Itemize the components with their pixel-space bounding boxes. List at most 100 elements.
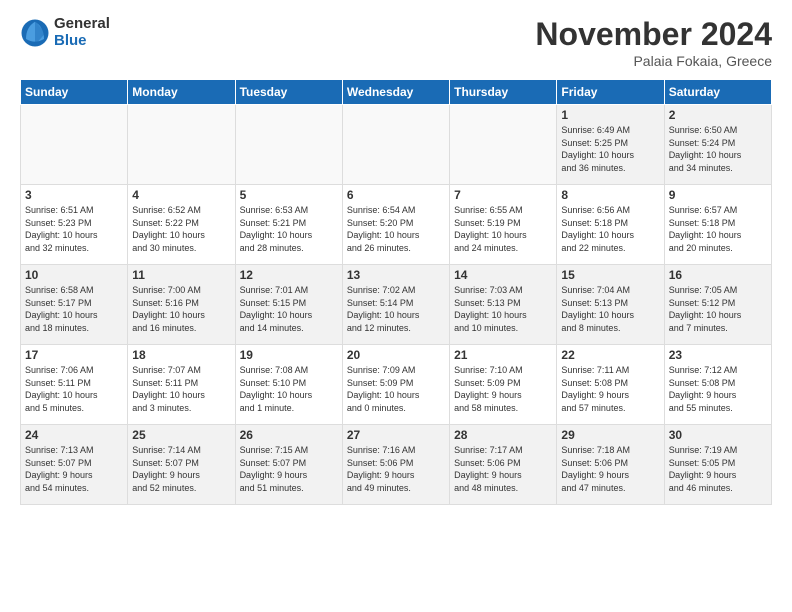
calendar-cell: 3 Sunrise: 6:51 AM Sunset: 5:23 PM Daylig… bbox=[21, 185, 128, 265]
day-number: 12 bbox=[240, 268, 338, 282]
page: General Blue November 2024 Palaia Fokaia… bbox=[0, 0, 792, 515]
day-number: 14 bbox=[454, 268, 552, 282]
day-info: Sunrise: 6:51 AM Sunset: 5:23 PM Dayligh… bbox=[25, 204, 123, 254]
calendar-cell bbox=[450, 105, 557, 185]
header-day-monday: Monday bbox=[128, 80, 235, 105]
calendar-cell: 27 Sunrise: 7:16 AM Sunset: 5:06 PM Dayli… bbox=[342, 425, 449, 505]
calendar-cell: 21 Sunrise: 7:10 AM Sunset: 5:09 PM Dayli… bbox=[450, 345, 557, 425]
calendar-row: 3 Sunrise: 6:51 AM Sunset: 5:23 PM Daylig… bbox=[21, 185, 772, 265]
calendar-cell: 11 Sunrise: 7:00 AM Sunset: 5:16 PM Dayli… bbox=[128, 265, 235, 345]
calendar-row: 17 Sunrise: 7:06 AM Sunset: 5:11 PM Dayli… bbox=[21, 345, 772, 425]
day-info: Sunrise: 6:54 AM Sunset: 5:20 PM Dayligh… bbox=[347, 204, 445, 254]
day-number: 20 bbox=[347, 348, 445, 362]
day-info: Sunrise: 6:49 AM Sunset: 5:25 PM Dayligh… bbox=[561, 124, 659, 174]
calendar-cell: 7 Sunrise: 6:55 AM Sunset: 5:19 PM Daylig… bbox=[450, 185, 557, 265]
day-info: Sunrise: 6:52 AM Sunset: 5:22 PM Dayligh… bbox=[132, 204, 230, 254]
day-info: Sunrise: 7:08 AM Sunset: 5:10 PM Dayligh… bbox=[240, 364, 338, 414]
calendar-cell bbox=[342, 105, 449, 185]
day-info: Sunrise: 6:53 AM Sunset: 5:21 PM Dayligh… bbox=[240, 204, 338, 254]
day-number: 16 bbox=[669, 268, 767, 282]
calendar-row: 1 Sunrise: 6:49 AM Sunset: 5:25 PM Daylig… bbox=[21, 105, 772, 185]
header-row: SundayMondayTuesdayWednesdayThursdayFrid… bbox=[21, 80, 772, 105]
month-title: November 2024 bbox=[535, 16, 772, 53]
day-info: Sunrise: 7:16 AM Sunset: 5:06 PM Dayligh… bbox=[347, 444, 445, 494]
day-info: Sunrise: 6:57 AM Sunset: 5:18 PM Dayligh… bbox=[669, 204, 767, 254]
calendar-cell: 24Sunrise: 7:13 AM Sunset: 5:07 PM Dayli… bbox=[21, 425, 128, 505]
calendar-row: 24Sunrise: 7:13 AM Sunset: 5:07 PM Dayli… bbox=[21, 425, 772, 505]
header-day-friday: Friday bbox=[557, 80, 664, 105]
day-info: Sunrise: 6:55 AM Sunset: 5:19 PM Dayligh… bbox=[454, 204, 552, 254]
title-block: November 2024 Palaia Fokaia, Greece bbox=[535, 16, 772, 69]
day-info: Sunrise: 7:00 AM Sunset: 5:16 PM Dayligh… bbox=[132, 284, 230, 334]
calendar-cell: 9 Sunrise: 6:57 AM Sunset: 5:18 PM Daylig… bbox=[664, 185, 771, 265]
day-number: 1 bbox=[561, 108, 659, 122]
day-info: Sunrise: 7:10 AM Sunset: 5:09 PM Dayligh… bbox=[454, 364, 552, 414]
logo: General Blue bbox=[20, 16, 110, 49]
day-number: 7 bbox=[454, 188, 552, 202]
day-info: Sunrise: 7:03 AM Sunset: 5:13 PM Dayligh… bbox=[454, 284, 552, 334]
day-number: 4 bbox=[132, 188, 230, 202]
day-info: Sunrise: 6:56 AM Sunset: 5:18 PM Dayligh… bbox=[561, 204, 659, 254]
calendar-cell: 5 Sunrise: 6:53 AM Sunset: 5:21 PM Daylig… bbox=[235, 185, 342, 265]
calendar-cell: 30Sunrise: 7:19 AM Sunset: 5:05 PM Dayli… bbox=[664, 425, 771, 505]
calendar-cell: 1 Sunrise: 6:49 AM Sunset: 5:25 PM Daylig… bbox=[557, 105, 664, 185]
calendar-cell: 14 Sunrise: 7:03 AM Sunset: 5:13 PM Dayli… bbox=[450, 265, 557, 345]
day-number: 11 bbox=[132, 268, 230, 282]
calendar-cell: 2 Sunrise: 6:50 AM Sunset: 5:24 PM Daylig… bbox=[664, 105, 771, 185]
day-info: Sunrise: 7:17 AM Sunset: 5:06 PM Dayligh… bbox=[454, 444, 552, 494]
calendar-cell: 18 Sunrise: 7:07 AM Sunset: 5:11 PM Dayli… bbox=[128, 345, 235, 425]
calendar-cell: 19Sunrise: 7:08 AM Sunset: 5:10 PM Dayli… bbox=[235, 345, 342, 425]
logo-blue-label: Blue bbox=[54, 33, 110, 50]
day-number: 2 bbox=[669, 108, 767, 122]
calendar-cell bbox=[235, 105, 342, 185]
calendar-cell bbox=[21, 105, 128, 185]
day-info: Sunrise: 7:07 AM Sunset: 5:11 PM Dayligh… bbox=[132, 364, 230, 414]
calendar-cell: 8 Sunrise: 6:56 AM Sunset: 5:18 PM Daylig… bbox=[557, 185, 664, 265]
day-number: 10 bbox=[25, 268, 123, 282]
header-day-saturday: Saturday bbox=[664, 80, 771, 105]
day-number: 25 bbox=[132, 428, 230, 442]
day-info: Sunrise: 7:06 AM Sunset: 5:11 PM Dayligh… bbox=[25, 364, 123, 414]
header-day-tuesday: Tuesday bbox=[235, 80, 342, 105]
calendar-cell: 17 Sunrise: 7:06 AM Sunset: 5:11 PM Dayli… bbox=[21, 345, 128, 425]
day-number: 23 bbox=[669, 348, 767, 362]
calendar-cell: 16 Sunrise: 7:05 AM Sunset: 5:12 PM Dayli… bbox=[664, 265, 771, 345]
day-number: 18 bbox=[132, 348, 230, 362]
day-number: 21 bbox=[454, 348, 552, 362]
calendar-cell: 13 Sunrise: 7:02 AM Sunset: 5:14 PM Dayli… bbox=[342, 265, 449, 345]
day-number: 27 bbox=[347, 428, 445, 442]
calendar-cell: 4 Sunrise: 6:52 AM Sunset: 5:22 PM Daylig… bbox=[128, 185, 235, 265]
day-number: 5 bbox=[240, 188, 338, 202]
day-number: 13 bbox=[347, 268, 445, 282]
calendar-cell: 28 Sunrise: 7:17 AM Sunset: 5:06 PM Dayli… bbox=[450, 425, 557, 505]
day-number: 3 bbox=[25, 188, 123, 202]
day-number: 15 bbox=[561, 268, 659, 282]
day-info: Sunrise: 6:58 AM Sunset: 5:17 PM Dayligh… bbox=[25, 284, 123, 334]
day-number: 6 bbox=[347, 188, 445, 202]
day-info: Sunrise: 7:11 AM Sunset: 5:08 PM Dayligh… bbox=[561, 364, 659, 414]
calendar-cell: 23 Sunrise: 7:12 AM Sunset: 5:08 PM Dayli… bbox=[664, 345, 771, 425]
day-number: 26 bbox=[240, 428, 338, 442]
day-number: 9 bbox=[669, 188, 767, 202]
calendar-cell: 15 Sunrise: 7:04 AM Sunset: 5:13 PM Dayli… bbox=[557, 265, 664, 345]
header-day-thursday: Thursday bbox=[450, 80, 557, 105]
day-info: Sunrise: 7:05 AM Sunset: 5:12 PM Dayligh… bbox=[669, 284, 767, 334]
day-info: Sunrise: 7:02 AM Sunset: 5:14 PM Dayligh… bbox=[347, 284, 445, 334]
day-number: 28 bbox=[454, 428, 552, 442]
calendar-table: SundayMondayTuesdayWednesdayThursdayFrid… bbox=[20, 79, 772, 505]
calendar-cell: 26 Sunrise: 7:15 AM Sunset: 5:07 PM Dayli… bbox=[235, 425, 342, 505]
logo-text: General Blue bbox=[54, 16, 110, 49]
logo-icon bbox=[20, 18, 50, 48]
day-number: 8 bbox=[561, 188, 659, 202]
calendar-cell: 6 Sunrise: 6:54 AM Sunset: 5:20 PM Daylig… bbox=[342, 185, 449, 265]
day-info: Sunrise: 7:19 AM Sunset: 5:05 PM Dayligh… bbox=[669, 444, 767, 494]
day-number: 17 bbox=[25, 348, 123, 362]
day-info: Sunrise: 7:12 AM Sunset: 5:08 PM Dayligh… bbox=[669, 364, 767, 414]
day-number: 22 bbox=[561, 348, 659, 362]
day-info: Sunrise: 7:04 AM Sunset: 5:13 PM Dayligh… bbox=[561, 284, 659, 334]
day-info: Sunrise: 6:50 AM Sunset: 5:24 PM Dayligh… bbox=[669, 124, 767, 174]
day-info: Sunrise: 7:15 AM Sunset: 5:07 PM Dayligh… bbox=[240, 444, 338, 494]
day-info: Sunrise: 7:09 AM Sunset: 5:09 PM Dayligh… bbox=[347, 364, 445, 414]
day-info: Sunrise: 7:18 AM Sunset: 5:06 PM Dayligh… bbox=[561, 444, 659, 494]
calendar-cell: 10 Sunrise: 6:58 AM Sunset: 5:17 PM Dayli… bbox=[21, 265, 128, 345]
